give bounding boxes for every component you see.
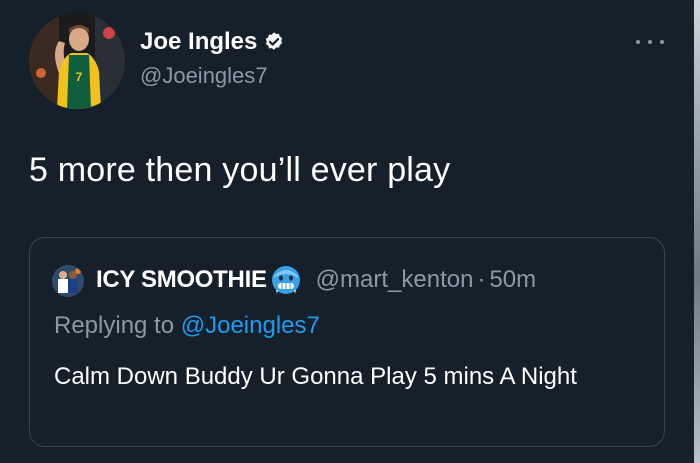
quoted-tweet-text: Calm Down Buddy Ur Gonna Play 5 mins A N…	[54, 363, 577, 390]
replying-to-line: Replying to @Joeingles7	[54, 311, 320, 341]
tweet-text: 5 more then you’ll ever play	[29, 151, 451, 189]
more-options-icon[interactable]	[636, 38, 664, 46]
tweet-page: 7 Joe Ingles @Joeingles7 5 more then you…	[0, 0, 700, 463]
author-name-row: Joe Ingles	[140, 28, 285, 56]
replying-prefix: Replying to	[54, 312, 175, 339]
player-photo-icon: 7	[29, 13, 125, 109]
quoted-author-avatar[interactable]	[52, 265, 84, 297]
dot	[636, 40, 640, 44]
replying-to-link[interactable]: @Joeingles7	[181, 312, 320, 339]
quoted-tweet-card[interactable]: ICY SMOOTHIE @mart_kenton · 50m Replying…	[29, 237, 665, 447]
quoted-display-name[interactable]: ICY SMOOTHIE	[96, 265, 267, 295]
quoted-author-row: ICY SMOOTHIE @mart_kenton · 50m	[96, 264, 536, 296]
dot	[648, 40, 652, 44]
separator-dot: ·	[477, 266, 486, 293]
profile-avatar[interactable]: 7	[29, 13, 125, 109]
author-handle[interactable]: @Joeingles7	[140, 62, 268, 90]
author-display-name[interactable]: Joe Ingles	[140, 28, 257, 56]
window-edge-strip	[694, 0, 700, 463]
quoted-timestamp[interactable]: 50m	[489, 265, 536, 295]
basketball-players-avatar-icon	[52, 265, 84, 297]
quoted-handle[interactable]: @mart_kenton	[316, 265, 474, 295]
svg-text:7: 7	[76, 70, 83, 84]
dot	[660, 40, 664, 44]
cold-face-emoji-icon	[271, 266, 300, 294]
verified-badge-icon	[266, 32, 283, 50]
